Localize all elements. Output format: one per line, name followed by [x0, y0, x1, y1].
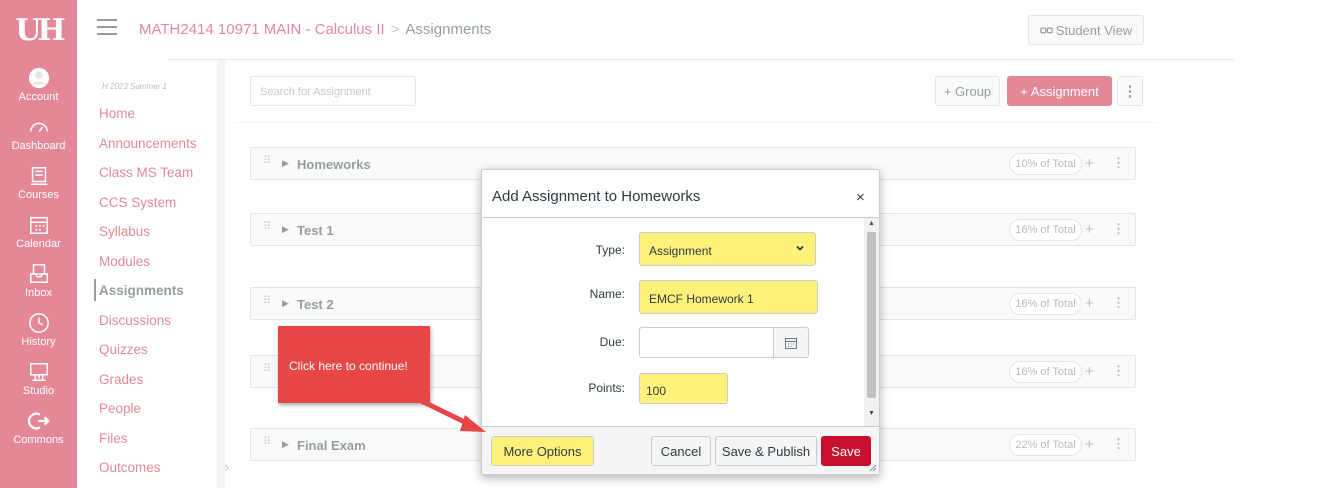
type-label: Type: — [595, 243, 625, 257]
cancel-button[interactable]: Cancel — [651, 436, 711, 466]
scroll-up-icon[interactable]: ▲ — [868, 220, 875, 227]
date-picker-button[interactable] — [773, 327, 809, 358]
close-icon[interactable]: × — [856, 189, 865, 206]
dialog-title: Add Assignment to Homeworks — [492, 188, 701, 205]
save-button[interactable]: Save — [821, 436, 871, 466]
dialog-footer: More Options Cancel Save & Publish Save — [482, 427, 879, 474]
dialog-scrollbar[interactable]: ▲ ▼ — [864, 218, 879, 426]
scrollbar-thumb[interactable] — [867, 232, 876, 398]
name-label: Name: — [589, 287, 625, 301]
calendar-icon — [785, 337, 797, 349]
scroll-down-icon[interactable]: ▼ — [868, 410, 875, 417]
chevron-down-icon — [796, 245, 804, 251]
due-date-field[interactable] — [639, 327, 774, 358]
points-field[interactable]: 100 — [639, 373, 728, 404]
save-and-publish-button[interactable]: Save & Publish — [715, 436, 817, 466]
more-options-button[interactable]: More Options — [491, 436, 594, 466]
due-label: Due: — [599, 335, 625, 349]
dialog-body: Type: Assignment Name: EMCF Homework 1 D… — [482, 217, 879, 427]
add-assignment-dialog: Add Assignment to Homeworks × Type: Assi… — [481, 169, 880, 475]
type-select[interactable]: Assignment — [639, 232, 816, 266]
name-field[interactable]: EMCF Homework 1 — [639, 280, 818, 314]
points-label: Points: — [588, 381, 625, 395]
resize-grip-icon[interactable] — [869, 464, 877, 472]
tutorial-callout: Click here to continue! — [278, 326, 430, 403]
